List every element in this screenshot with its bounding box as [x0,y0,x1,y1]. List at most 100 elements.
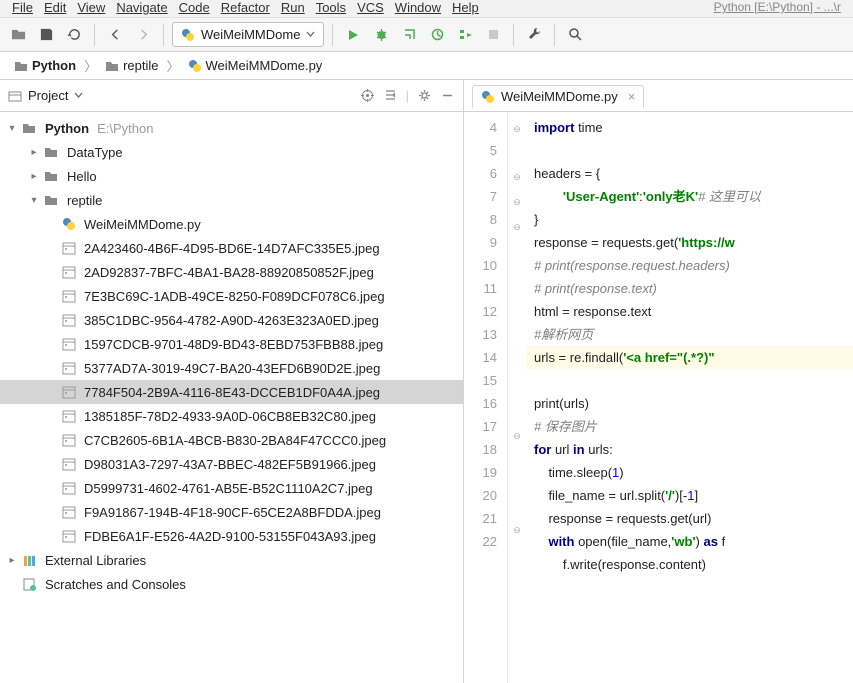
python-icon [62,217,76,231]
back-icon[interactable] [103,23,127,47]
close-icon[interactable]: × [628,89,636,104]
menu-edit[interactable]: Edit [40,0,70,15]
forward-icon[interactable] [131,23,155,47]
collapse-icon[interactable] [383,88,398,103]
profile-icon[interactable] [425,23,449,47]
editor-tab-label: WeiMeiMMDome.py [501,89,618,104]
run-icon[interactable] [341,23,365,47]
code-content[interactable]: import time headers = { 'User-Agent':'on… [526,112,853,683]
image-file-icon [62,481,76,495]
minimize-icon[interactable] [440,88,455,103]
code-editor[interactable]: 45678910111213141516171819202122 ⊖ ⊖⊖⊖ ⊖… [464,112,853,683]
image-file-icon [62,313,76,327]
image-file-icon [62,505,76,519]
menu-vcs[interactable]: VCS [353,0,388,15]
menu-code[interactable]: Code [175,0,214,15]
menu-file[interactable]: File [8,0,37,15]
stop-icon[interactable] [481,23,505,47]
breadcrumb-file[interactable]: WeiMeiMMDome.py [184,56,327,75]
menu-view[interactable]: View [73,0,109,15]
tree-external-libs[interactable]: ▸External Libraries [0,548,463,572]
tree-folder[interactable]: ▸Hello [0,164,463,188]
menu-window[interactable]: Window [391,0,445,15]
library-icon [22,553,37,568]
tree-folder[interactable]: ▾reptile [0,188,463,212]
tree-file-image[interactable]: 2A423460-4B6F-4D95-BD6E-14D7AFC335E5.jpe… [0,236,463,260]
tree-file-py[interactable]: WeiMeiMMDome.py [0,212,463,236]
folder-icon [22,121,37,136]
image-file-icon [62,409,76,423]
tree-file-image[interactable]: D98031A3-7297-43A7-BBEC-482EF5B91966.jpe… [0,452,463,476]
project-sidebar: Project | ▾PythonE:\Python▸DataType▸Hell… [0,80,464,683]
tree-file-image[interactable]: 5377AD7A-3019-49C7-BA20-43EFD6B90D2E.jpe… [0,356,463,380]
project-title: Project [28,88,68,103]
tree-file-image[interactable]: 1385185F-78D2-4933-9A0D-06CB8EB32C80.jpe… [0,404,463,428]
search-icon[interactable] [563,23,587,47]
menu-navigate[interactable]: Navigate [112,0,171,15]
tree-file-image[interactable]: 1597CDCB-9701-48D9-BD43-8EBD753FBB88.jpe… [0,332,463,356]
window-title-path: Python [E:\Python] - ...\r [710,0,845,14]
chevron-right-icon: 〉 [167,56,180,75]
scratch-icon [22,577,37,592]
tree-folder[interactable]: ▸DataType [0,140,463,164]
image-file-icon [62,361,76,375]
tree-root[interactable]: ▾PythonE:\Python [0,116,463,140]
refresh-icon[interactable] [62,23,86,47]
image-file-icon [62,433,76,447]
chevron-down-icon[interactable] [74,91,83,100]
folder-icon [14,59,28,73]
image-file-icon [62,265,76,279]
menu-refactor[interactable]: Refactor [217,0,274,15]
tree-file-image[interactable]: F9A91867-194B-4F18-90CF-65CE2A8BFDDA.jpe… [0,500,463,524]
save-icon[interactable] [34,23,58,47]
python-icon [188,59,202,73]
project-tree[interactable]: ▾PythonE:\Python▸DataType▸Hello▾reptileW… [0,112,463,683]
fold-gutter: ⊖ ⊖⊖⊖ ⊖ ⊖ [508,112,526,683]
image-file-icon [62,385,76,399]
tree-file-image[interactable]: D5999731-4602-4761-AB5E-B52C1110A2C7.jpe… [0,476,463,500]
target-icon[interactable] [360,88,375,103]
line-gutter: 45678910111213141516171819202122 [464,112,508,683]
breadcrumb-folder[interactable]: reptile [101,56,162,75]
tree-scratches[interactable]: ▸Scratches and Consoles [0,572,463,596]
concurrent-icon[interactable] [453,23,477,47]
run-config-selector[interactable]: WeiMeiMMDome [172,22,324,47]
image-file-icon [62,289,76,303]
menu-tools[interactable]: Tools [312,0,350,15]
tree-file-image[interactable]: FDBE6A1F-E526-4A2D-9100-53155F043A93.jpe… [0,524,463,548]
folder-icon [44,193,59,208]
editor-pane: WeiMeiMMDome.py × 4567891011121314151617… [464,80,853,683]
image-file-icon [62,241,76,255]
tree-file-image[interactable]: 2AD92837-7BFC-4BA1-BA28-88920850852F.jpe… [0,260,463,284]
menu-bar: File Edit View Navigate Code Refactor Ru… [0,0,853,18]
image-file-icon [62,529,76,543]
project-tool-header: Project | [0,80,463,112]
run-config-name: WeiMeiMMDome [201,27,300,42]
python-icon [181,28,195,42]
breadcrumb-root[interactable]: Python [10,56,80,75]
folder-icon [44,145,59,160]
folder-icon [44,169,59,184]
main-toolbar: WeiMeiMMDome [0,18,853,52]
chevron-right-icon: 〉 [84,56,97,75]
editor-tab[interactable]: WeiMeiMMDome.py × [472,85,644,108]
tree-file-image[interactable]: 7784F504-2B9A-4116-8E43-DCCEB1DF0A4A.jpe… [0,380,463,404]
editor-tabbar: WeiMeiMMDome.py × [464,80,853,112]
open-icon[interactable] [6,23,30,47]
python-icon [481,90,495,104]
tree-file-image[interactable]: 7E3BC69C-1ADB-49CE-8250-F089DCF078C6.jpe… [0,284,463,308]
menu-help[interactable]: Help [448,0,483,15]
debug-icon[interactable] [369,23,393,47]
coverage-icon[interactable] [397,23,421,47]
gear-icon[interactable] [417,88,432,103]
wrench-icon[interactable] [522,23,546,47]
project-icon [8,89,22,103]
folder-icon [105,59,119,73]
breadcrumb-bar: Python 〉 reptile 〉 WeiMeiMMDome.py [0,52,853,80]
menu-run[interactable]: Run [277,0,309,15]
tree-file-image[interactable]: 385C1DBC-9564-4782-A90D-4263E323A0ED.jpe… [0,308,463,332]
image-file-icon [62,337,76,351]
chevron-down-icon [306,30,315,39]
tree-file-image[interactable]: C7CB2605-6B1A-4BCB-B830-2BA84F47CCC0.jpe… [0,428,463,452]
image-file-icon [62,457,76,471]
